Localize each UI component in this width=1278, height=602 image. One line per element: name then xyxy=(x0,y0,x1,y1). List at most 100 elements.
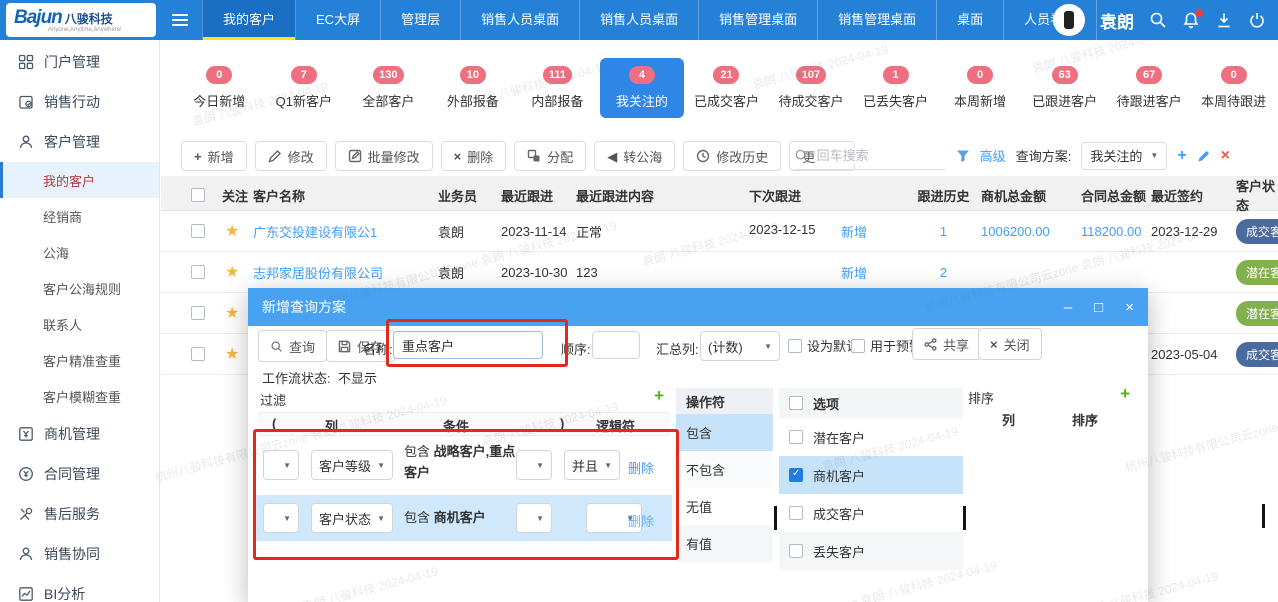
stat-q1-new[interactable]: 7Q1新客户 xyxy=(262,58,347,118)
option-item-lost[interactable]: 丢失客户 xyxy=(779,532,963,570)
stat-external-filing[interactable]: 10外部报备 xyxy=(431,58,516,118)
summary-col-select[interactable]: (计数)▼ xyxy=(700,331,780,361)
filter-funnel-icon[interactable] xyxy=(956,149,970,163)
select-all-checkbox[interactable] xyxy=(191,188,205,202)
close-icon[interactable]: × xyxy=(1125,299,1134,316)
stat-all-customers[interactable]: 130全部客户 xyxy=(346,58,431,118)
table-row[interactable]: ★ 广东交投建设有限公1 袁朗 2023-11-14 正常 2023-12-15… xyxy=(161,211,1278,252)
user-avatar[interactable] xyxy=(1053,4,1085,36)
query-plan-select[interactable]: 我关注的▼ xyxy=(1081,142,1167,170)
search-input[interactable] xyxy=(815,147,939,164)
open-paren-select[interactable]: ▼ xyxy=(263,450,299,480)
delete-filter-link[interactable]: 删除 xyxy=(628,511,654,530)
sidebar-item-public-sea-rules[interactable]: 客户公海规则 xyxy=(0,270,159,306)
star-icon[interactable]: ★ xyxy=(225,262,253,282)
followup-history-link[interactable]: 2 xyxy=(906,265,981,280)
query-button[interactable]: 查询 xyxy=(258,330,327,362)
divider-handle[interactable] xyxy=(1262,504,1265,528)
notifications-bell-icon[interactable] xyxy=(1182,11,1200,29)
maximize-icon[interactable]: □ xyxy=(1094,299,1103,316)
close-paren-select[interactable]: ▼ xyxy=(516,450,552,480)
nav-tab-sales-mgmt-desktop-2[interactable]: 销售管理桌面 xyxy=(818,0,937,40)
batch-edit-button[interactable]: 批量修改 xyxy=(335,141,433,171)
sidebar-item-bi-analysis[interactable]: BI分析 xyxy=(0,574,159,602)
sidebar-item-exact-dedup[interactable]: 客户精准查重 xyxy=(0,342,159,378)
option-item-deal[interactable]: 成交客户 xyxy=(779,494,963,532)
power-logout-icon[interactable] xyxy=(1248,11,1266,29)
minimize-icon[interactable]: – xyxy=(1064,299,1072,316)
filter-column-select[interactable]: 客户等级▼ xyxy=(311,450,393,480)
operator-item-contains[interactable]: 包含 xyxy=(676,414,773,451)
nav-tab-my-customers[interactable]: 我的客户 xyxy=(202,0,296,40)
opportunity-total-link[interactable]: 1006200.00 xyxy=(981,224,1081,239)
sidebar-item-after-sales[interactable]: 售后服务 xyxy=(0,494,159,534)
contract-total-link[interactable]: 118200.00 xyxy=(1081,224,1151,239)
row-checkbox[interactable] xyxy=(191,265,205,279)
row-checkbox[interactable] xyxy=(191,347,205,361)
close-paren-select[interactable]: ▼ xyxy=(516,503,552,533)
add-sort-button[interactable]: + xyxy=(1120,384,1130,404)
user-name[interactable]: 袁朗 xyxy=(1100,8,1134,33)
table-row[interactable]: ★ 志邦家居股份有限公司 袁朗 2023-10-30 123 新增 2 潜在客户 xyxy=(161,252,1278,293)
operator-item-no-value[interactable]: 无值 xyxy=(676,488,773,525)
sidebar-item-sales-collab[interactable]: 销售协同 xyxy=(0,534,159,574)
share-button[interactable]: 共享 xyxy=(912,328,981,360)
order-input[interactable] xyxy=(592,331,640,359)
nav-tab-sales-desktop-2[interactable]: 销售人员桌面 xyxy=(580,0,699,40)
options-header[interactable]: 选项 xyxy=(779,388,963,418)
stat-week-new[interactable]: 0本周新增 xyxy=(938,58,1023,118)
logic-select[interactable]: 并且▼ xyxy=(564,450,620,480)
star-icon[interactable]: ★ xyxy=(225,221,253,241)
plan-name-input[interactable] xyxy=(393,331,543,359)
option-item-opportunity[interactable]: 商机客户 xyxy=(779,456,963,494)
row-checkbox[interactable] xyxy=(191,224,205,238)
nav-tab-ec-screen[interactable]: EC大屏 xyxy=(296,0,381,40)
sidebar-item-contract-mgmt[interactable]: 合同管理 xyxy=(0,454,159,494)
to-public-sea-button[interactable]: ◀转公海 xyxy=(594,141,675,171)
nav-tab-management[interactable]: 管理层 xyxy=(381,0,461,40)
row-checkbox[interactable] xyxy=(191,306,205,320)
sidebar-item-portal[interactable]: 门户管理 xyxy=(0,42,159,82)
sidebar-item-distributors[interactable]: 经销商 xyxy=(0,198,159,234)
divider-handle[interactable] xyxy=(676,506,679,530)
sidebar-item-opportunity-mgmt[interactable]: 商机管理 xyxy=(0,414,159,454)
customer-name-link[interactable]: 志邦家居股份有限公司 xyxy=(253,263,438,282)
nav-tab-sales-desktop-1[interactable]: 销售人员桌面 xyxy=(461,0,580,40)
stat-week-to-follow[interactable]: 0本周待跟进 xyxy=(1191,58,1276,118)
stat-internal-filing[interactable]: 111内部报备 xyxy=(515,58,600,118)
filter-column-select[interactable]: 客户状态▼ xyxy=(311,503,393,533)
stat-followed-up[interactable]: 63已跟进客户 xyxy=(1022,58,1107,118)
operator-item-has-value[interactable]: 有值 xyxy=(676,525,773,562)
search-icon[interactable] xyxy=(1149,11,1167,29)
stat-my-followed[interactable]: 4我关注的 xyxy=(600,58,685,118)
select-all-options-checkbox[interactable] xyxy=(789,396,803,410)
stat-lost-customers[interactable]: 1已丢失客户 xyxy=(853,58,938,118)
hamburger-menu-icon[interactable] xyxy=(172,14,188,26)
option-item-potential[interactable]: 潜在客户 xyxy=(779,418,963,456)
open-paren-select[interactable]: ▼ xyxy=(263,503,299,533)
sidebar-item-contacts[interactable]: 联系人 xyxy=(0,306,159,342)
app-logo[interactable]: Bajun 八骏科技 Anyone,Anytime,Anywhere! xyxy=(6,3,156,37)
add-filter-button[interactable]: + xyxy=(654,386,664,406)
sidebar-item-public-sea[interactable]: 公海 xyxy=(0,234,159,270)
advanced-search-link[interactable]: 高级 xyxy=(980,146,1006,165)
dialog-close-button[interactable]: ×关闭 xyxy=(978,328,1042,360)
add-followup-link[interactable]: 新增 xyxy=(841,222,867,241)
followup-history-link[interactable]: 1 xyxy=(906,224,981,239)
edit-plan-pencil-icon[interactable] xyxy=(1197,149,1211,163)
divider-handle[interactable] xyxy=(963,506,966,530)
customer-name-link[interactable]: 广东交投建设有限公1 xyxy=(253,222,438,241)
stat-today-new[interactable]: 0今日新增 xyxy=(177,58,262,118)
stat-pending-deal[interactable]: 107待成交客户 xyxy=(769,58,854,118)
sidebar-item-sales-action[interactable]: 销售行动 xyxy=(0,82,159,122)
download-icon[interactable] xyxy=(1215,11,1233,29)
divider-handle[interactable] xyxy=(774,506,777,530)
edit-history-button[interactable]: 修改历史 xyxy=(683,141,781,171)
operator-item-not-contains[interactable]: 不包含 xyxy=(676,451,773,488)
nav-tab-sales-mgmt-desktop-1[interactable]: 销售管理桌面 xyxy=(699,0,818,40)
stat-closed-customers[interactable]: 21已成交客户 xyxy=(684,58,769,118)
assign-button[interactable]: 分配 xyxy=(514,141,586,171)
nav-tab-desktop[interactable]: 桌面 xyxy=(937,0,1004,40)
delete-plan-button[interactable]: × xyxy=(1221,147,1230,165)
sidebar-item-customer-mgmt[interactable]: 客户管理 xyxy=(0,122,159,162)
